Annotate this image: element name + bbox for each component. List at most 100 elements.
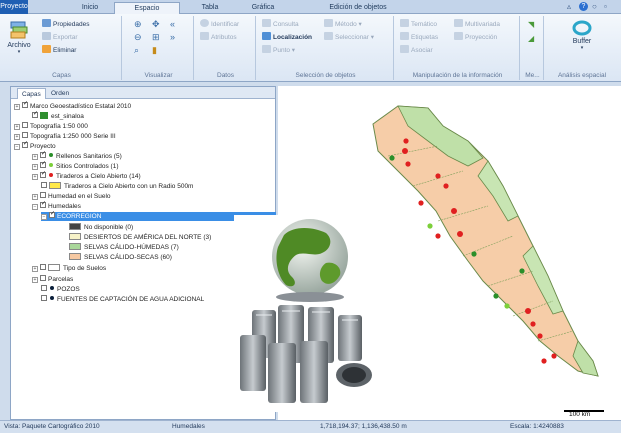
layer-row[interactable]: − Humedales [32, 200, 81, 211]
layer-label: Sitios Controlados (1) [56, 163, 119, 170]
forward-icon[interactable]: » [170, 32, 175, 42]
layer-label: Humedales [48, 203, 81, 210]
layer-row[interactable]: Tiraderos a Cielo Abierto con un Radio 5… [41, 182, 193, 191]
green-point-icon [49, 153, 53, 157]
pan-icon[interactable]: ✥ [152, 19, 160, 30]
collapse-icon[interactable]: − [14, 144, 20, 150]
archivo-button[interactable]: Archivo ▾ [4, 20, 34, 55]
layer-row[interactable]: + Parcelas [32, 275, 73, 284]
atributos-button[interactable]: Atributos [200, 32, 237, 43]
consulta-button[interactable]: Consulta [262, 19, 299, 30]
collapse-icon[interactable]: − [41, 214, 47, 220]
globe-shadow [276, 292, 344, 302]
expand-icon[interactable]: + [32, 154, 38, 160]
layer-checkbox[interactable] [40, 170, 46, 179]
group-datos: Identificar Atributos Datos [196, 16, 256, 80]
eliminar-button[interactable]: Eliminar [42, 45, 76, 56]
full-extent-icon[interactable]: ⊞ [152, 32, 160, 43]
layer-checkbox[interactable] [22, 122, 28, 128]
layer-checkbox[interactable] [22, 132, 28, 138]
tematico-button[interactable]: Temático [400, 19, 437, 30]
layer-checkbox[interactable] [40, 160, 46, 169]
expand-icon[interactable]: + [14, 124, 20, 130]
tab-proyecto[interactable]: Proyecto [0, 0, 28, 14]
layer-checkbox[interactable] [32, 110, 38, 119]
etiquetas-button[interactable]: Etiquetas [400, 32, 438, 43]
expand-icon[interactable]: + [32, 194, 38, 200]
exportar-label: Exportar [53, 34, 78, 41]
layer-row[interactable]: + Tipo de Suelos [32, 264, 106, 273]
propiedades-button[interactable]: Propiedades [42, 19, 90, 30]
help-icon[interactable]: ? [579, 2, 588, 11]
layer-row[interactable]: FUENTES DE CAPTACIÓN DE AGUA ADICIONAL [41, 295, 204, 304]
analisis-group-label: Análisis espacial [557, 72, 607, 79]
seleccionar-button[interactable]: Seleccionar ▾ [324, 32, 374, 43]
layer-row[interactable]: + Topografía 1:50 000 [14, 122, 88, 131]
layer-label: Humedad en el Suelo [48, 193, 111, 200]
layer-checkbox[interactable] [40, 264, 46, 270]
archivo-label: Archivo [7, 42, 31, 49]
expand-icon[interactable]: + [32, 164, 38, 170]
asociar-label: Asociar [411, 47, 433, 54]
layer-row[interactable]: − Proyecto [14, 140, 56, 151]
layer-row[interactable]: + Marco Geoestadístico Estatal 2010 [14, 100, 132, 111]
layer-checkbox[interactable] [41, 295, 47, 301]
etiquetas-label: Etiquetas [411, 34, 439, 41]
zoom-in-icon[interactable]: ⊕ [134, 19, 142, 30]
exportar-button[interactable]: Exportar [42, 32, 78, 43]
layer-checkbox[interactable] [40, 200, 46, 209]
layer-label: Marco Geoestadístico Estatal 2010 [30, 103, 132, 110]
layer-row[interactable]: POZOS [41, 285, 80, 294]
state-polygon [372, 105, 599, 377]
layer-checkbox[interactable] [22, 100, 28, 109]
expand-icon[interactable]: + [32, 266, 38, 272]
asociar-button[interactable]: Asociar [400, 45, 433, 56]
propiedades-label: Propiedades [53, 21, 90, 28]
layer-checkbox[interactable] [41, 285, 47, 291]
expand-icon[interactable]: + [32, 174, 38, 180]
punto-button[interactable]: Punto ▾ [262, 45, 295, 56]
layer-row[interactable]: est_sinaloa [32, 110, 84, 121]
minimize-icon[interactable]: ▵ [567, 2, 571, 11]
close-icon[interactable]: ▫ [604, 2, 607, 11]
datos-group-label: Datos [217, 72, 234, 79]
identificar-button[interactable]: Identificar [200, 19, 239, 30]
layer-row[interactable]: + Topografía 1:250 000 Serie III [14, 132, 116, 141]
expand-icon[interactable]: + [14, 104, 20, 110]
magnifier-icon[interactable]: ⌕ [134, 45, 139, 56]
tab-edicion-objetos[interactable]: Edición de objetos [316, 2, 400, 14]
layer-checkbox[interactable] [40, 192, 46, 198]
metodo-button[interactable]: Método ▾ [324, 19, 362, 30]
collapse-icon[interactable]: − [32, 204, 38, 210]
layer-checkbox[interactable] [49, 210, 55, 219]
tab-capas[interactable]: Capas [17, 88, 46, 99]
tab-inicio[interactable]: Inicio [70, 2, 110, 14]
tool-icon[interactable]: ◥ [528, 20, 534, 29]
localizacion-button[interactable]: Localización [262, 32, 312, 43]
back-icon[interactable]: « [170, 19, 175, 29]
projection-icon [454, 32, 463, 40]
ruler-icon[interactable]: ▮ [152, 45, 157, 56]
layer-checkbox[interactable] [41, 182, 47, 188]
proyeccion-button[interactable]: Proyección [454, 32, 497, 43]
tab-orden[interactable]: Orden [47, 88, 73, 99]
multivariada-button[interactable]: Multivariada [454, 19, 500, 30]
layer-row[interactable]: + Tiraderos a Cielo Abierto (14) [32, 170, 141, 181]
tab-grafica[interactable]: Gráfica [243, 2, 283, 14]
point-icon [262, 45, 271, 53]
restore-icon[interactable]: ○ [592, 2, 597, 11]
red-point-icon [49, 173, 53, 177]
expand-icon[interactable]: + [32, 277, 38, 283]
tab-tabla[interactable]: Tabla [190, 2, 230, 14]
layer-checkbox[interactable] [40, 150, 46, 159]
legend-row: DESIERTOS DE AMÉRICA DEL NORTE (3) [69, 233, 211, 242]
tool-icon-2[interactable]: ◢ [528, 34, 534, 43]
legend-row: SELVAS CÁLIDO-HÚMEDAS (7) [69, 243, 179, 252]
layer-checkbox[interactable] [40, 275, 46, 281]
grid-icon [40, 112, 48, 119]
expand-icon[interactable]: + [14, 134, 20, 140]
buffer-button[interactable]: Buffer ▾ [562, 20, 602, 51]
layer-checkbox[interactable] [22, 140, 28, 149]
ribbon-tab-bar: Proyecto Inicio Espacio Tabla Gráfica Ed… [0, 0, 621, 15]
zoom-out-icon[interactable]: ⊖ [134, 32, 142, 43]
